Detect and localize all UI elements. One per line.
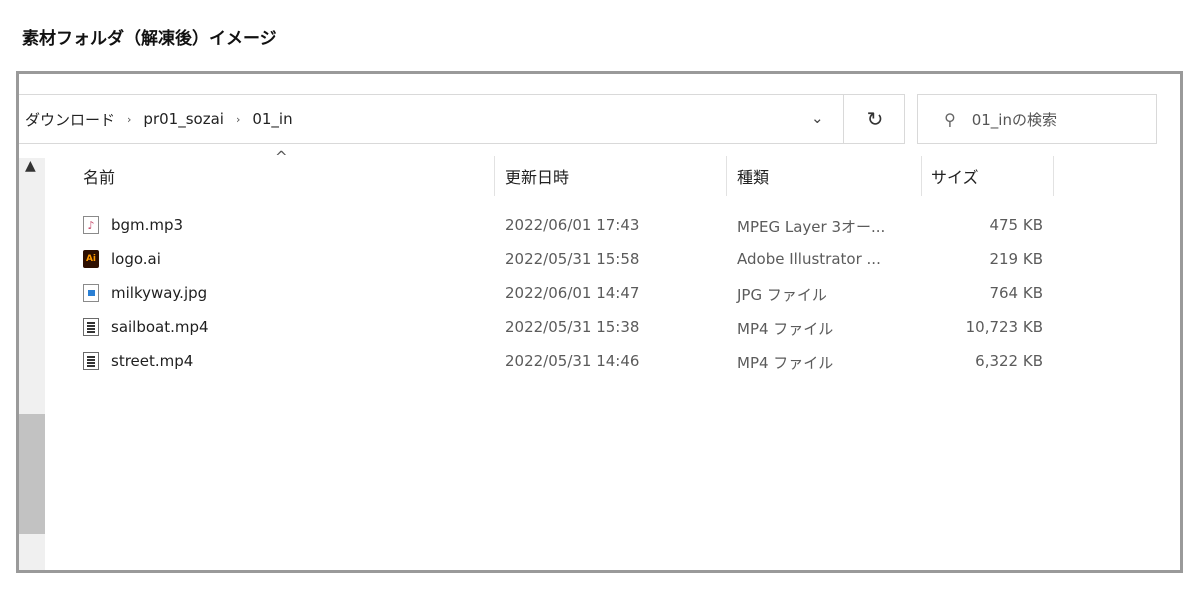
file-type: JPG ファイル bbox=[737, 286, 827, 304]
column-header-name[interactable]: 名前 bbox=[83, 156, 115, 196]
illustrator-file-icon: Ai bbox=[83, 250, 99, 268]
file-date: 2022/06/01 14:47 bbox=[505, 284, 640, 302]
file-size: 10,723 KB bbox=[965, 318, 1043, 336]
file-row-sailboat[interactable]: sailboat.mp4 2022/05/31 15:38 MP4 ファイル 1… bbox=[19, 310, 1180, 344]
search-icon: ⚲ bbox=[944, 109, 956, 129]
file-name[interactable]: bgm.mp3 bbox=[111, 216, 183, 234]
file-date: 2022/05/31 15:38 bbox=[505, 318, 640, 336]
file-size: 764 KB bbox=[989, 284, 1043, 302]
column-header-size[interactable]: サイズ bbox=[931, 156, 979, 196]
breadcrumb-separator-icon[interactable]: › bbox=[127, 113, 131, 126]
file-name[interactable]: logo.ai bbox=[111, 250, 161, 268]
file-size: 475 KB bbox=[989, 216, 1043, 234]
file-row-logo[interactable]: Ai logo.ai 2022/05/31 15:58 Adobe Illust… bbox=[19, 242, 1180, 276]
file-size: 6,322 KB bbox=[975, 352, 1043, 370]
video-file-icon bbox=[83, 318, 99, 336]
image-file-icon bbox=[83, 284, 99, 302]
file-row-bgm[interactable]: ♪ bgm.mp3 2022/06/01 17:43 MPEG Layer 3オ… bbox=[19, 208, 1180, 242]
file-type: MPEG Layer 3オー... bbox=[737, 218, 886, 236]
file-date: 2022/05/31 15:58 bbox=[505, 250, 640, 268]
explorer-window: ダウンロード › pr01_sozai › 01_in ⌄ ↻ ⚲ 01_inの… bbox=[16, 71, 1183, 573]
breadcrumb-pr01-sozai[interactable]: pr01_sozai bbox=[143, 110, 224, 128]
file-name[interactable]: milkyway.jpg bbox=[111, 284, 207, 302]
file-row-street[interactable]: street.mp4 2022/05/31 14:46 MP4 ファイル 6,3… bbox=[19, 344, 1180, 378]
column-divider[interactable] bbox=[921, 156, 922, 196]
address-dropdown-icon[interactable]: ⌄ bbox=[811, 109, 824, 127]
breadcrumb-01-in[interactable]: 01_in bbox=[252, 110, 292, 128]
breadcrumb-separator-icon[interactable]: › bbox=[236, 113, 240, 126]
file-type: Adobe Illustrator ... bbox=[737, 250, 881, 268]
column-divider[interactable] bbox=[494, 156, 495, 196]
column-divider[interactable] bbox=[726, 156, 727, 196]
file-row-milkyway[interactable]: milkyway.jpg 2022/06/01 14:47 JPG ファイル 7… bbox=[19, 276, 1180, 310]
breadcrumb-downloads[interactable]: ダウンロード bbox=[19, 109, 115, 130]
page-caption: 素材フォルダ（解凍後）イメージ bbox=[22, 29, 277, 49]
file-size: 219 KB bbox=[989, 250, 1043, 268]
address-bar[interactable]: ダウンロード › pr01_sozai › 01_in ⌄ ↻ bbox=[19, 94, 905, 144]
column-divider[interactable] bbox=[1053, 156, 1054, 196]
refresh-button[interactable]: ↻ bbox=[843, 95, 906, 143]
search-placeholder: 01_inの検索 bbox=[971, 110, 1057, 129]
file-name[interactable]: street.mp4 bbox=[111, 352, 193, 370]
file-date: 2022/06/01 17:43 bbox=[505, 216, 640, 234]
column-header-type[interactable]: 種類 bbox=[737, 156, 769, 196]
search-input[interactable]: ⚲ 01_inの検索 bbox=[917, 94, 1157, 144]
audio-file-icon: ♪ bbox=[83, 216, 99, 234]
file-type: MP4 ファイル bbox=[737, 354, 834, 372]
scrollbar-thumb[interactable] bbox=[19, 414, 45, 534]
file-date: 2022/05/31 14:46 bbox=[505, 352, 640, 370]
scroll-up-icon[interactable]: ▲ bbox=[25, 158, 36, 174]
file-type: MP4 ファイル bbox=[737, 320, 834, 338]
column-header-date[interactable]: 更新日時 bbox=[505, 156, 569, 196]
file-name[interactable]: sailboat.mp4 bbox=[111, 318, 209, 336]
sort-ascending-icon: ^ bbox=[275, 148, 288, 166]
video-file-icon bbox=[83, 352, 99, 370]
